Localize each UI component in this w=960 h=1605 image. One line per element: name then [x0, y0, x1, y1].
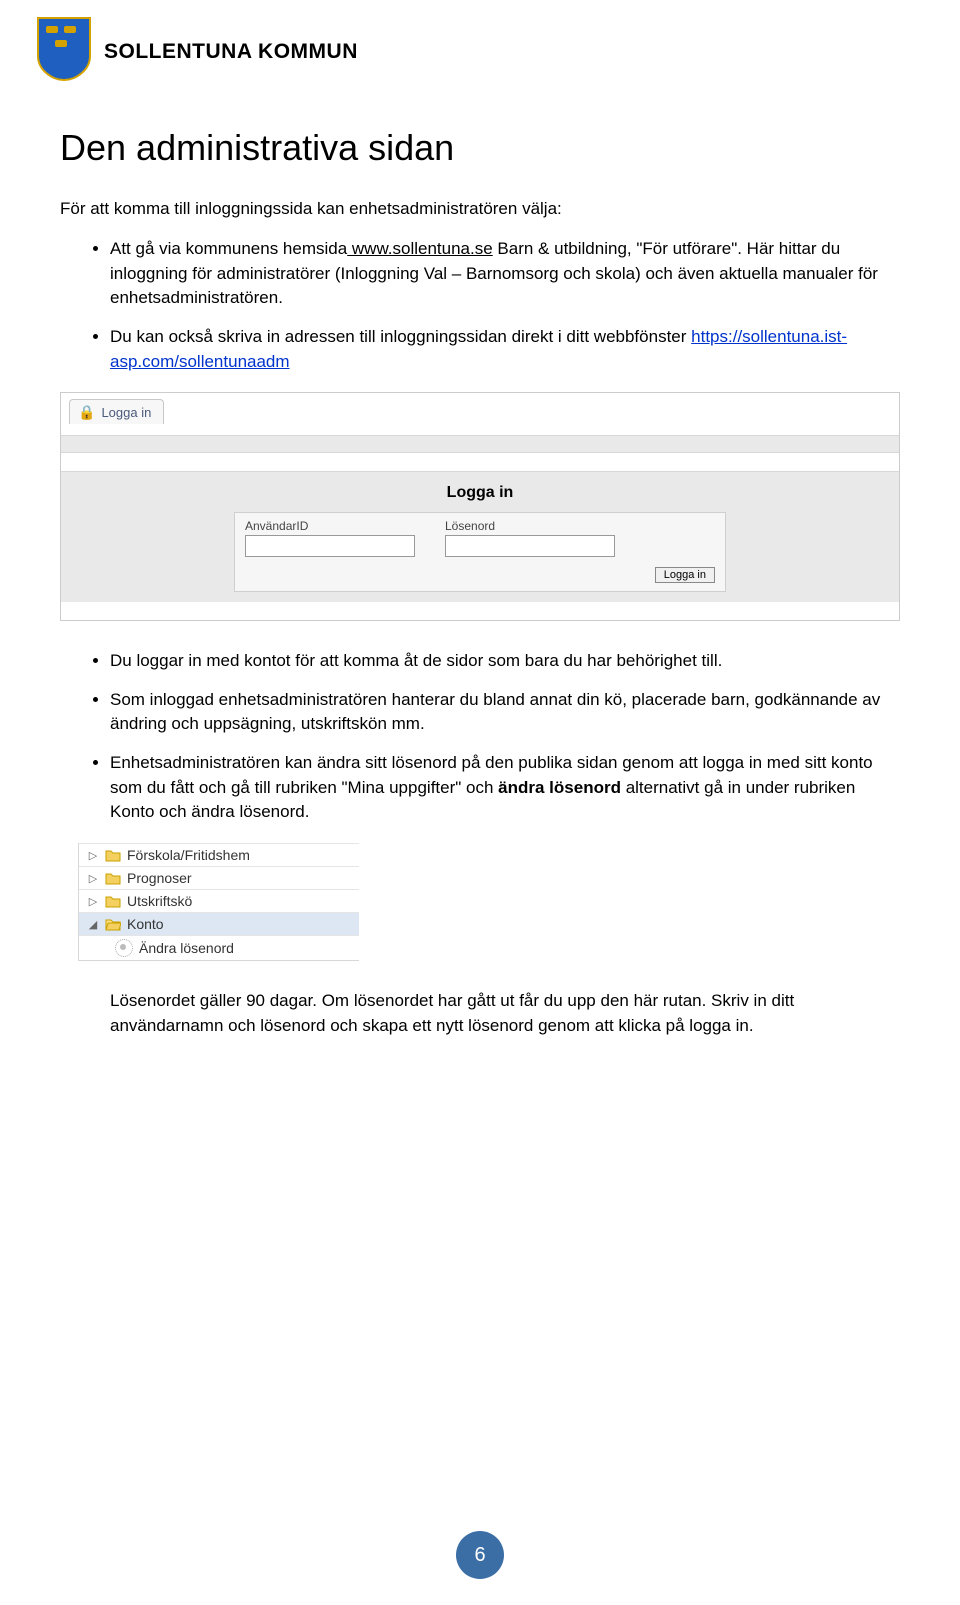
- toolbar-stripe: [61, 435, 899, 453]
- bullet-item: Du kan också skriva in adressen till inl…: [110, 325, 900, 374]
- tree-label: Förskola/Fritidshem: [127, 847, 250, 863]
- gear-icon: [115, 939, 133, 957]
- userid-input[interactable]: [245, 535, 415, 557]
- tree-item-andra-losenord[interactable]: Ändra lösenord: [79, 935, 359, 960]
- nav-tree-screenshot: ▷ Förskola/Fritidshem ▷ Prognoser ▷ Utsk…: [78, 843, 359, 961]
- bullet-text: Att gå via kommunens hemsida: [110, 239, 347, 258]
- tree-label: Utskriftskö: [127, 893, 192, 909]
- tree-label: Konto: [127, 916, 164, 932]
- bullet-item: Att gå via kommunens hemsida www.sollent…: [110, 237, 900, 311]
- brand-name: SOLLENTUNA KOMMUN: [104, 40, 358, 64]
- tree-label: Prognoser: [127, 870, 192, 886]
- bullet-text: Du kan också skriva in adressen till inl…: [110, 327, 691, 346]
- top-bullet-list: Att gå via kommunens hemsida www.sollent…: [60, 237, 900, 374]
- password-input[interactable]: [445, 535, 615, 557]
- tab-row: 🔒 Logga in: [61, 393, 899, 435]
- lead-text: För att komma till inloggningssida kan e…: [60, 199, 900, 219]
- tab-label: Logga in: [101, 405, 151, 420]
- bullet-item: Som inloggad enhetsadministratören hante…: [110, 688, 900, 737]
- crest-icon: [36, 16, 92, 87]
- login-screenshot: 🔒 Logga in Logga in AnvändarID Lösenord: [60, 392, 900, 621]
- folder-open-icon: [105, 917, 121, 931]
- page-title: Den administrativa sidan: [60, 127, 900, 169]
- tree-item-konto[interactable]: ◢ Konto: [79, 912, 359, 935]
- userid-label: AnvändarID: [245, 519, 415, 533]
- login-button[interactable]: Logga in: [655, 567, 715, 583]
- chevron-right-icon: ▷: [87, 895, 99, 908]
- homepage-link[interactable]: www.sollentuna.se: [347, 239, 493, 258]
- mid-bullet-list: Du loggar in med kontot för att komma åt…: [60, 649, 900, 825]
- login-box: AnvändarID Lösenord Logga in: [234, 512, 726, 592]
- lock-icon: 🔒: [78, 404, 95, 421]
- tab-login[interactable]: 🔒 Logga in: [69, 399, 164, 424]
- page-number-badge: 6: [456, 1531, 504, 1579]
- chevron-right-icon: ▷: [87, 872, 99, 885]
- password-label: Lösenord: [445, 519, 615, 533]
- login-form-area: Logga in AnvändarID Lösenord Logga in: [61, 471, 899, 602]
- tree-item-prognoser[interactable]: ▷ Prognoser: [79, 866, 359, 889]
- folder-icon: [105, 871, 121, 885]
- brand-header: SOLLENTUNA KOMMUN: [36, 0, 900, 127]
- folder-icon: [105, 894, 121, 908]
- page-number: 6: [474, 1544, 485, 1567]
- folder-icon: [105, 848, 121, 862]
- bullet-item: Du loggar in med kontot för att komma åt…: [110, 649, 900, 674]
- bullet-bold: ändra lösenord: [498, 778, 621, 797]
- chevron-right-icon: ▷: [87, 849, 99, 862]
- tree-item-forskola[interactable]: ▷ Förskola/Fritidshem: [79, 843, 359, 866]
- tree-label: Ändra lösenord: [139, 940, 234, 956]
- password-info-text: Lösenordet gäller 90 dagar. Om lösenorde…: [110, 989, 890, 1038]
- tree-item-utskriftsko[interactable]: ▷ Utskriftskö: [79, 889, 359, 912]
- login-title: Logga in: [61, 484, 899, 502]
- bullet-item: Enhetsadministratören kan ändra sitt lös…: [110, 751, 900, 825]
- chevron-down-icon: ◢: [87, 918, 99, 931]
